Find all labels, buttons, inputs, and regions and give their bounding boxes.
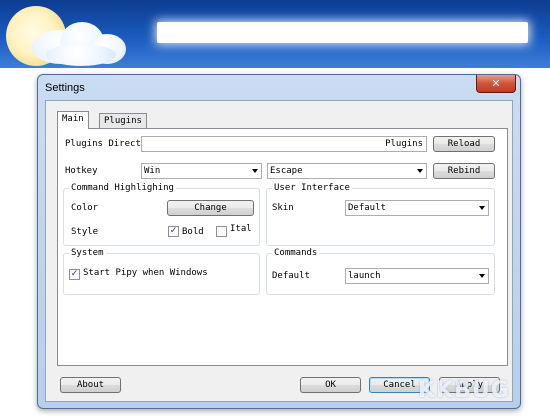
start-with-windows-checkbox[interactable]: ✓: [69, 269, 80, 280]
system-group: System ✓ Start Pipy when Windows: [63, 248, 260, 295]
group-title: User Interface: [272, 183, 352, 193]
launcher-input-bar[interactable]: [157, 22, 528, 43]
plugins-dir-suffix: Plugins: [385, 139, 423, 149]
bold-checkbox[interactable]: ✓: [168, 226, 179, 237]
italic-label: Ital: [230, 224, 252, 234]
skin-select[interactable]: Default: [345, 200, 489, 216]
italic-checkbox[interactable]: [216, 226, 227, 237]
plugins-dir-label: Plugins Directo: [65, 139, 147, 149]
main-tab-page: Plugins Directo Plugins Reload Hotkey Wi…: [57, 128, 508, 366]
about-button[interactable]: About: [60, 377, 121, 393]
change-color-button[interactable]: Change: [167, 200, 254, 216]
tab-plugins[interactable]: Plugins: [99, 113, 147, 129]
close-button[interactable]: ✕: [476, 75, 516, 93]
commands-group: Commands Default launch: [266, 248, 495, 295]
hotkey-modifier-select[interactable]: Win: [141, 163, 262, 179]
command-highlighting-group: Command Highlighing Color Change Style ✓…: [63, 183, 260, 246]
hotkey-label: Hotkey: [65, 166, 98, 176]
bold-label: Bold: [182, 227, 204, 237]
chevron-down-icon: [417, 169, 423, 173]
window-title: Settings: [45, 82, 85, 94]
default-command-select[interactable]: launch: [345, 268, 489, 284]
chevron-down-icon: [479, 274, 485, 278]
desktop-banner: [0, 0, 550, 68]
user-interface-group: User Interface Skin Default: [266, 183, 495, 246]
color-label: Color: [71, 203, 99, 213]
hotkey-key-select[interactable]: Escape: [267, 163, 427, 179]
watermark-logo: KKBUG: [418, 378, 510, 403]
skin-label: Skin: [272, 203, 294, 213]
start-with-windows-label: Start Pipy when Windows: [83, 268, 208, 278]
reload-button[interactable]: Reload: [433, 136, 495, 152]
chevron-down-icon: [479, 206, 485, 210]
title-bar[interactable]: Settings ✕: [38, 75, 520, 99]
chevron-down-icon: [252, 169, 258, 173]
client-area: Main Plugins Plugins Directo Plugins Rel…: [45, 100, 513, 402]
rebind-button[interactable]: Rebind: [433, 163, 495, 179]
style-label: Style: [71, 227, 99, 237]
tab-main[interactable]: Main: [57, 111, 89, 129]
group-title: System: [69, 248, 106, 258]
settings-window: Settings ✕ Main Plugins Plugins Directo …: [37, 74, 521, 409]
group-title: Command Highlighing: [69, 183, 176, 193]
cloud-image: [46, 44, 116, 66]
default-command-label: Default: [272, 271, 310, 281]
ok-button[interactable]: OK: [300, 377, 361, 393]
group-title: Commands: [272, 248, 320, 258]
plugins-dir-input[interactable]: Plugins: [141, 136, 427, 152]
